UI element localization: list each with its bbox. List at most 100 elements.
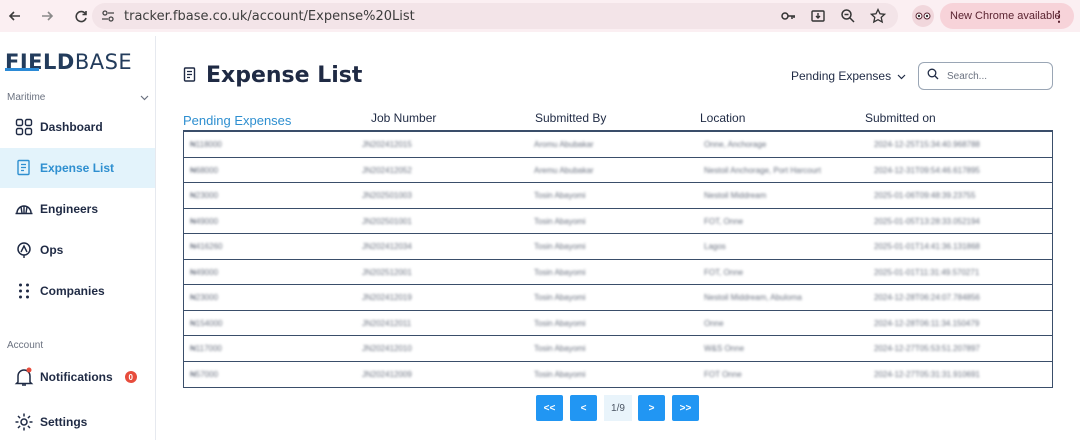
sidebar-item-label: Dashboard bbox=[40, 120, 103, 134]
job-number-cell: JN202412011 bbox=[362, 318, 412, 328]
sidebar-item-label: Ops bbox=[40, 243, 64, 257]
submitted-by-cell: Aremu Abubakar bbox=[534, 165, 594, 175]
submitted-on-cell: 2025-01-01T11:31:49.570271 bbox=[874, 267, 980, 277]
site-info-icon[interactable] bbox=[98, 6, 118, 26]
job-number-cell: JN202412010 bbox=[362, 344, 412, 353]
search-icon bbox=[927, 67, 939, 85]
header-submitted-on[interactable]: Submitted on bbox=[865, 111, 936, 125]
chevron-down-icon bbox=[897, 69, 906, 83]
sidebar-item-expense-list[interactable]: Expense List bbox=[0, 148, 155, 188]
profile-avatar[interactable] bbox=[912, 5, 934, 27]
sidebar-item-ops[interactable]: Ops bbox=[0, 230, 155, 270]
address-bar[interactable]: tracker.fbase.co.uk/account/Expense%20Li… bbox=[92, 3, 898, 29]
expense-table: Pending Expenses Job Number Submitted By… bbox=[183, 108, 1053, 388]
gear-icon bbox=[14, 412, 34, 432]
amount-cell: ₦57000 bbox=[190, 369, 219, 379]
new-chrome-available-button[interactable]: New Chrome available ⋮ bbox=[940, 3, 1074, 29]
logo-base-text: BASE bbox=[74, 50, 133, 74]
location-cell: FOT, Onne bbox=[704, 267, 744, 277]
table-row[interactable]: ₦117000 JN202412010 Tosin Abayomi W&S Onne 2… bbox=[184, 336, 1052, 362]
search-box[interactable] bbox=[918, 62, 1053, 90]
job-number-cell: JN202412052 bbox=[362, 165, 412, 175]
header-pending-expenses[interactable]: Pending Expenses bbox=[183, 113, 291, 128]
page-indicator: 1/9 bbox=[604, 395, 632, 421]
amount-cell: ₦154000 bbox=[190, 318, 223, 328]
table-row[interactable]: ₦23000 JN202412019 Tosin Abayomi Nestoil Mi… bbox=[184, 285, 1052, 311]
bookmark-star-icon[interactable] bbox=[868, 6, 888, 26]
table-row[interactable]: ₦154000 JN202412011 Tosin Abayomi Onne 2024-… bbox=[184, 311, 1052, 336]
location-cell: Nestoil Middream bbox=[704, 191, 767, 200]
header-submitted-by[interactable]: Submitted By bbox=[535, 111, 606, 125]
submitted-on-cell: 2024-12-27T05:53:51.207897 bbox=[874, 344, 980, 353]
submitted-on-cell: 2024-12-31T09:54:46.617895 bbox=[874, 165, 980, 175]
last-page-button[interactable]: >> bbox=[672, 395, 699, 421]
prev-page-button[interactable]: < bbox=[570, 395, 597, 421]
header-location[interactable]: Location bbox=[700, 111, 745, 125]
location-cell: W&S Onne bbox=[704, 344, 745, 353]
job-number-cell: JN202501003 bbox=[362, 191, 412, 200]
submitted-by-cell: Tosin Abayomi bbox=[534, 369, 586, 379]
amount-cell: ₦68000 bbox=[190, 165, 219, 175]
page-title: Expense List bbox=[206, 63, 363, 88]
submitted-by-cell: Tosin Abayomi bbox=[534, 318, 586, 328]
table-row[interactable]: ₦49000 JN202501001 Tosin Abayomi FOT, Onne 2… bbox=[184, 209, 1052, 234]
amount-cell: ₦117000 bbox=[190, 344, 222, 353]
section-maritime: Maritime bbox=[7, 92, 46, 103]
submitted-on-cell: 2025-01-06T09:48:39.23755 bbox=[874, 191, 976, 200]
sidebar-item-dashboard[interactable]: Dashboard bbox=[0, 107, 155, 147]
document-icon bbox=[183, 67, 197, 88]
table-body: ₦118000 JN202412015 Aromu Abubakar Onne, An… bbox=[183, 132, 1053, 388]
location-cell: Lagos bbox=[704, 242, 726, 251]
location-cell: FOT Onne bbox=[704, 369, 742, 379]
submitted-by-cell: Tosin Abayomi bbox=[534, 293, 586, 302]
table-row[interactable]: ₦57000 JN202412009 Tosin Abayomi FOT Onne 20… bbox=[184, 362, 1052, 388]
submitted-by-cell: Tosin Abayomi bbox=[534, 191, 586, 200]
sidebar-item-label: Engineers bbox=[40, 202, 99, 216]
table-row[interactable]: ₦416260 JN202412034 Tosin Abayomi Lagos 2025… bbox=[184, 234, 1052, 260]
zoom-icon[interactable] bbox=[838, 6, 858, 26]
amount-cell: ₦416260 bbox=[190, 242, 223, 251]
install-app-icon[interactable] bbox=[808, 6, 828, 26]
submitted-by-cell: Aromu Abubakar bbox=[534, 140, 594, 149]
job-number-cell: JN202412009 bbox=[362, 369, 412, 379]
section-account: Account bbox=[7, 340, 44, 351]
table-row[interactable]: ₦118000 JN202412015 Aromu Abubakar Onne, An… bbox=[184, 132, 1052, 158]
browser-toolbar: tracker.fbase.co.uk/account/Expense%20Li… bbox=[0, 0, 1080, 32]
key-icon[interactable] bbox=[778, 6, 798, 26]
status-filter-dropdown[interactable]: Pending Expenses bbox=[791, 69, 906, 83]
notification-count-badge: 0 bbox=[124, 371, 137, 383]
job-number-cell: JN202512001 bbox=[362, 267, 412, 277]
table-row[interactable]: ₦68000 JN202412052 Aremu Abubakar Nestoil A… bbox=[184, 158, 1052, 183]
location-cell: Onne, Anchorage bbox=[704, 140, 767, 149]
table-header: Pending Expenses Job Number Submitted By… bbox=[183, 108, 1053, 132]
reload-icon[interactable] bbox=[69, 4, 93, 28]
url-text: tracker.fbase.co.uk/account/Expense%20Li… bbox=[124, 8, 415, 24]
sidebar-item-label: Notifications bbox=[40, 370, 113, 384]
submitted-on-cell: 2024-12-28T06:24:07.784856 bbox=[874, 293, 980, 302]
location-cell: FOT, Onne bbox=[704, 216, 744, 226]
sidebar-item-engineers[interactable]: Engineers bbox=[0, 189, 155, 229]
next-page-button[interactable]: > bbox=[638, 395, 665, 421]
amount-cell: ₦118000 bbox=[190, 140, 222, 149]
update-label: New Chrome available bbox=[950, 10, 1061, 22]
grid-icon bbox=[14, 117, 34, 137]
bell-icon bbox=[14, 367, 34, 387]
forward-arrow-icon[interactable] bbox=[35, 4, 59, 28]
first-page-button[interactable]: << bbox=[536, 395, 563, 421]
submitted-by-cell: Tosin Abayomi bbox=[534, 242, 586, 251]
chevron-down-icon[interactable] bbox=[140, 93, 149, 104]
job-number-cell: JN202412015 bbox=[362, 140, 412, 149]
back-arrow-icon[interactable] bbox=[3, 4, 27, 28]
menu-kebab-icon[interactable]: ⋮ bbox=[1052, 8, 1066, 25]
amount-cell: ₦49000 bbox=[190, 216, 219, 226]
search-input[interactable] bbox=[947, 70, 1042, 82]
sidebar-item-notifications[interactable]: Notifications 0 bbox=[0, 357, 155, 397]
dots-icon bbox=[14, 281, 34, 301]
header-job-number[interactable]: Job Number bbox=[371, 111, 436, 125]
table-row[interactable]: ₦23000 JN202501003 Tosin Abayomi Nestoil Mi… bbox=[184, 183, 1052, 209]
sidebar-item-companies[interactable]: Companies bbox=[0, 271, 155, 311]
table-row[interactable]: ₦49000 JN202512001 Tosin Abayomi FOT, Onne 2… bbox=[184, 260, 1052, 285]
sidebar-item-settings[interactable]: Settings bbox=[0, 402, 155, 442]
logo-accent-bar bbox=[5, 68, 39, 71]
amount-cell: ₦23000 bbox=[190, 191, 219, 200]
